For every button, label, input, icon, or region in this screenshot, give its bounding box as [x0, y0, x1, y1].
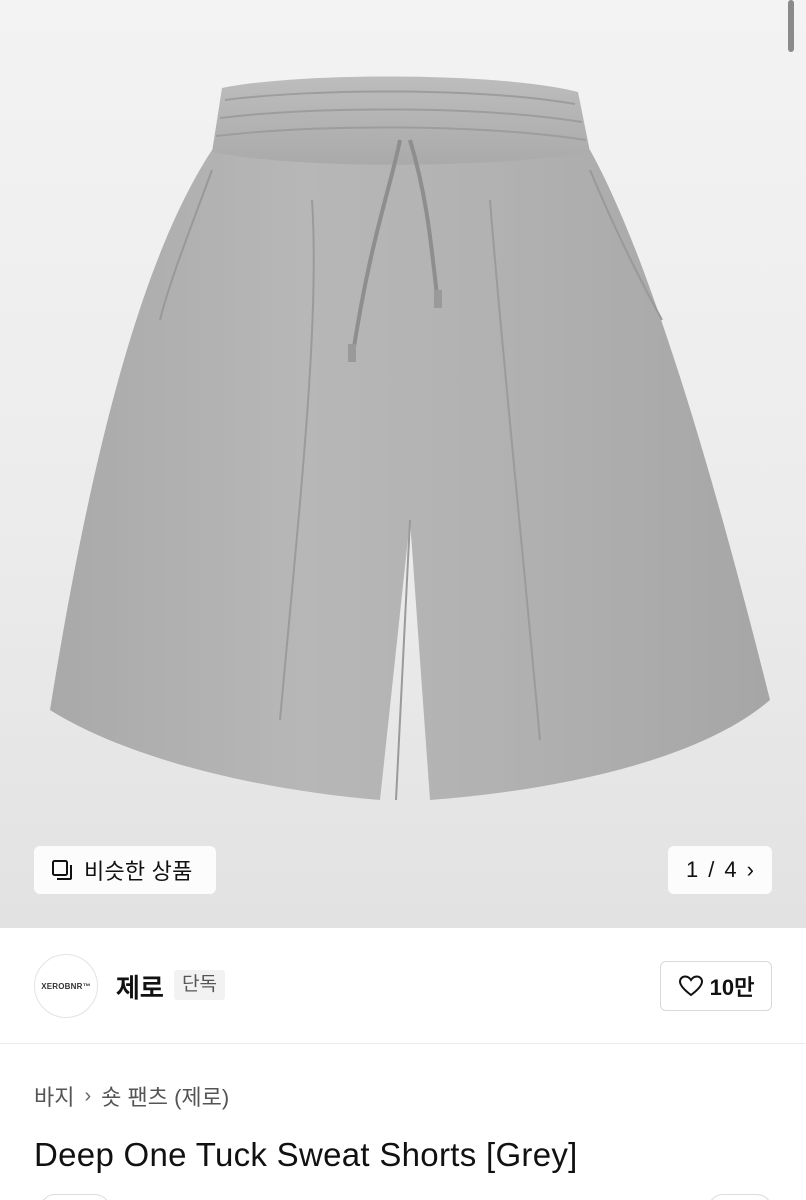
- counter-separator: /: [708, 857, 715, 882]
- breadcrumb-item-subcategory[interactable]: 숏 팬츠 (제로): [101, 1080, 229, 1112]
- exclusive-badge: 단독: [174, 970, 225, 1000]
- like-button[interactable]: 10만: [660, 961, 772, 1011]
- brand-logo[interactable]: XEROBNR™: [34, 954, 98, 1018]
- product-page: 비슷한 상품 1 / 4 › XEROBNR™ 제로 단독 10만 바지 › 숏…: [0, 0, 806, 1200]
- breadcrumb: 바지 › 숏 팬츠 (제로): [34, 1080, 229, 1112]
- chevron-right-icon: ›: [84, 1084, 92, 1107]
- scrollbar-thumb[interactable]: [788, 0, 794, 52]
- product-image: [50, 76, 770, 801]
- breadcrumb-item-category[interactable]: 바지: [34, 1080, 74, 1112]
- like-count: 10만: [709, 975, 755, 1000]
- image-counter[interactable]: 1 / 4 ›: [668, 846, 772, 894]
- chip-partial-left[interactable]: [40, 1194, 110, 1200]
- counter-total: 4: [724, 857, 737, 882]
- product-image-gallery[interactable]: 비슷한 상품 1 / 4 ›: [0, 0, 806, 928]
- chip-partial-right[interactable]: [708, 1194, 772, 1200]
- similar-products-button[interactable]: 비슷한 상품: [34, 846, 216, 894]
- product-title: Deep One Tuck Sweat Shorts [Grey]: [34, 1136, 578, 1173]
- similar-products-label: 비슷한 상품: [84, 859, 193, 884]
- brand-name[interactable]: 제로: [116, 968, 164, 1005]
- chevron-right-icon[interactable]: ›: [747, 857, 754, 883]
- counter-current: 1: [686, 857, 699, 882]
- brand-logo-text: XEROBNR™: [41, 981, 91, 991]
- stacked-squares-icon: [52, 860, 72, 880]
- heart-outline-icon: [678, 975, 703, 997]
- brand-row: XEROBNR™ 제로 단독 10만: [0, 928, 806, 1044]
